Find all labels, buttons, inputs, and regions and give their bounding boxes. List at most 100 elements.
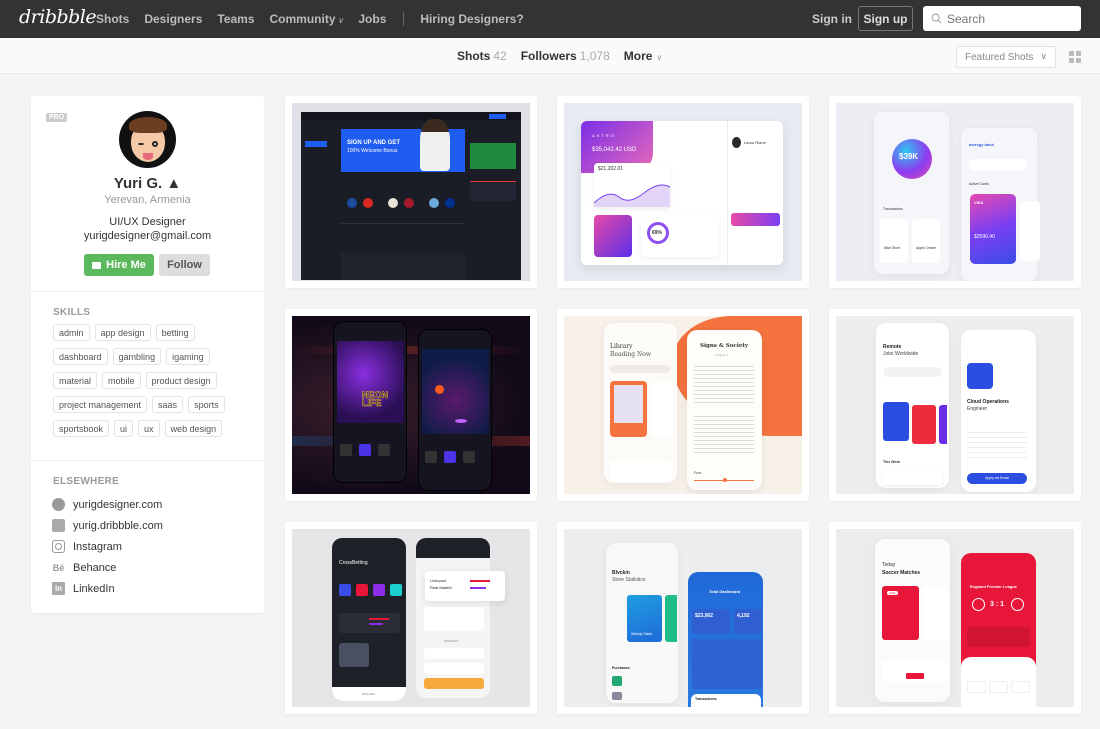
skill-tag[interactable]: sports bbox=[188, 396, 225, 413]
sort-select[interactable]: Featured Shots ∨ bbox=[956, 46, 1056, 68]
skill-tag[interactable]: web design bbox=[164, 420, 223, 437]
skills-list: admin app design betting dashboard gambling i… bbox=[53, 324, 253, 444]
skill-tag[interactable]: app design bbox=[94, 324, 151, 341]
skill-tag[interactable]: igaming bbox=[166, 348, 210, 365]
nav-community[interactable]: Community ∨ bbox=[270, 12, 344, 26]
profile-name: Yuri G. ▲ bbox=[113, 175, 182, 192]
shot-card[interactable]: Blvckin Store Statistics Weekly Sales Pu… bbox=[557, 522, 809, 714]
shot-card[interactable]: Today Soccer Matches LIVE England Premie… bbox=[829, 522, 1081, 714]
behance-icon: Bē bbox=[52, 562, 65, 573]
tab-followers[interactable]: Followers 1,078 bbox=[521, 49, 610, 63]
elsewhere-links: yurigdesigner.com yurig.dribbble.com Ins… bbox=[52, 494, 163, 599]
sign-up-button[interactable]: Sign up bbox=[858, 6, 913, 31]
shot-thumbnail[interactable]: Library Reading Now Signs & Society Chap… bbox=[564, 316, 802, 494]
shot-text: Weekly Sales bbox=[631, 632, 653, 636]
shot-card[interactable]: Remote Jobs Worldwide This Week Cloud Op… bbox=[829, 309, 1081, 501]
shot-card[interactable]: $39K Transactions Nike Store Apple Onlin… bbox=[829, 96, 1081, 288]
shot-text: CrossBetting bbox=[339, 560, 368, 566]
hire-me-button[interactable]: Hire Me bbox=[84, 254, 154, 276]
shot-text: Apply via Email bbox=[985, 476, 1009, 480]
skill-tag[interactable]: gambling bbox=[112, 348, 162, 365]
chevron-down-icon: ∨ bbox=[1040, 51, 1047, 61]
shot-text: Real Madrid bbox=[430, 585, 452, 590]
link-instagram[interactable]: Instagram bbox=[52, 536, 163, 557]
shot-text: ASTRO bbox=[592, 133, 616, 138]
grid-view-icon[interactable] bbox=[1069, 51, 1081, 63]
skill-tag[interactable]: ui bbox=[114, 420, 134, 437]
shot-thumbnail[interactable]: Blvckin Store Statistics Weekly Sales Pu… bbox=[564, 529, 802, 707]
shot-text: $2590.40 bbox=[974, 234, 995, 240]
skill-tag[interactable]: sportsbook bbox=[53, 420, 110, 437]
nav-community-label: Community bbox=[269, 12, 336, 26]
tab-count: 42 bbox=[493, 49, 507, 63]
nav-shots[interactable]: Shots bbox=[96, 12, 129, 26]
link-behance[interactable]: Bē Behance bbox=[52, 557, 163, 578]
shot-text: Cloud Operations bbox=[967, 399, 1009, 405]
skill-tag[interactable]: mobile bbox=[102, 372, 141, 389]
skill-tag[interactable]: ux bbox=[138, 420, 160, 437]
shot-text: Active Cards bbox=[969, 182, 989, 186]
tab-more[interactable]: More ∨ bbox=[624, 49, 663, 63]
profile-card: PRO Yuri G. ▲ Yerevan, Armenia UI/UX Des… bbox=[31, 96, 264, 613]
area-chart-graphic bbox=[594, 184, 670, 207]
shot-card[interactable]: CrossBetting BUILDER Liverpool Real Madr… bbox=[285, 522, 537, 714]
skill-tag[interactable]: dashboard bbox=[53, 348, 108, 365]
link-label: yurig.dribbble.com bbox=[73, 519, 163, 532]
shot-thumbnail[interactable]: Remote Jobs Worldwide This Week Cloud Op… bbox=[836, 316, 1074, 494]
shot-text: Nike Store bbox=[884, 246, 901, 250]
shot-text: 69% bbox=[652, 230, 663, 236]
shot-card[interactable]: ASTRO $35,042.42 USD $21,202.01 69% Laur… bbox=[557, 96, 809, 288]
shot-text: VISA bbox=[974, 200, 984, 205]
shot-text: Today bbox=[882, 562, 896, 568]
shot-card[interactable]: SIGN UP AND GET 100% Welcome Bonus bbox=[285, 96, 537, 288]
shot-thumbnail[interactable]: NEON LIFE bbox=[292, 316, 530, 494]
shot-text: This Week bbox=[883, 460, 901, 464]
link-label: Instagram bbox=[73, 540, 122, 553]
divider bbox=[31, 460, 264, 461]
nav-teams[interactable]: Teams bbox=[217, 12, 254, 26]
skill-tag[interactable]: material bbox=[53, 372, 98, 389]
profile-email[interactable]: yurigdesigner@gmail.com bbox=[31, 230, 264, 242]
link-linkedin[interactable]: in LinkedIn bbox=[52, 578, 163, 599]
shot-text: $23,902 bbox=[695, 613, 714, 619]
shot-text: Purchases bbox=[612, 666, 630, 670]
follow-button[interactable]: Follow bbox=[159, 254, 210, 276]
tab-count: 1,078 bbox=[579, 49, 610, 63]
tab-shots[interactable]: Shots 42 bbox=[457, 49, 507, 63]
shot-thumbnail[interactable]: Today Soccer Matches LIVE England Premie… bbox=[836, 529, 1074, 707]
shot-text: Laura Riane bbox=[744, 140, 766, 145]
nav-hiring-designers[interactable]: Hiring Designers? bbox=[420, 12, 523, 26]
shot-thumbnail[interactable]: ASTRO $35,042.42 USD $21,202.01 69% Laur… bbox=[564, 103, 802, 281]
globe-icon bbox=[52, 498, 65, 511]
sign-in-link[interactable]: Sign in bbox=[812, 12, 852, 26]
skill-tag[interactable]: admin bbox=[53, 324, 90, 341]
skill-tag[interactable]: betting bbox=[155, 324, 195, 341]
shot-thumbnail[interactable]: SIGN UP AND GET 100% Welcome Bonus bbox=[292, 103, 530, 281]
skill-tag[interactable]: product design bbox=[145, 372, 217, 389]
dribbble-logo[interactable]: dribbble bbox=[19, 6, 97, 28]
shot-card[interactable]: NEON LIFE bbox=[285, 309, 537, 501]
skill-tag[interactable]: saas bbox=[152, 396, 184, 413]
avatar[interactable] bbox=[119, 111, 176, 168]
search-input[interactable] bbox=[947, 11, 1067, 26]
skill-tag[interactable]: project management bbox=[53, 396, 148, 413]
shot-card[interactable]: Library Reading Now Signs & Society Chap… bbox=[557, 309, 809, 501]
link-label: yurigdesigner.com bbox=[73, 498, 163, 511]
link-website[interactable]: yurigdesigner.com bbox=[52, 494, 163, 515]
profile-subnav: Shots 42 Followers 1,078 More ∨ Featured Sh… bbox=[0, 38, 1100, 74]
shot-text: Reading Now bbox=[610, 351, 652, 358]
shot-text: LIVE bbox=[887, 591, 898, 595]
pro-badge: PRO bbox=[46, 113, 68, 122]
tab-label: More bbox=[623, 49, 653, 63]
link-dribbble[interactable]: yurig.dribbble.com bbox=[52, 515, 163, 536]
search-box[interactable] bbox=[923, 6, 1081, 31]
shot-text: Remote bbox=[883, 344, 902, 350]
shot-thumbnail[interactable]: CrossBetting BUILDER Liverpool Real Madr… bbox=[292, 529, 530, 707]
shot-text: Library bbox=[610, 343, 633, 350]
nav-jobs[interactable]: Jobs bbox=[358, 12, 386, 26]
nav-designers[interactable]: Designers bbox=[144, 12, 202, 26]
main-nav: Shots Designers Teams Community ∨ Jobs Hi… bbox=[96, 0, 539, 38]
shot-thumbnail[interactable]: $39K Transactions Nike Store Apple Onlin… bbox=[836, 103, 1074, 281]
shot-text: BUILDER bbox=[362, 692, 376, 696]
linkedin-icon: in bbox=[52, 582, 65, 595]
